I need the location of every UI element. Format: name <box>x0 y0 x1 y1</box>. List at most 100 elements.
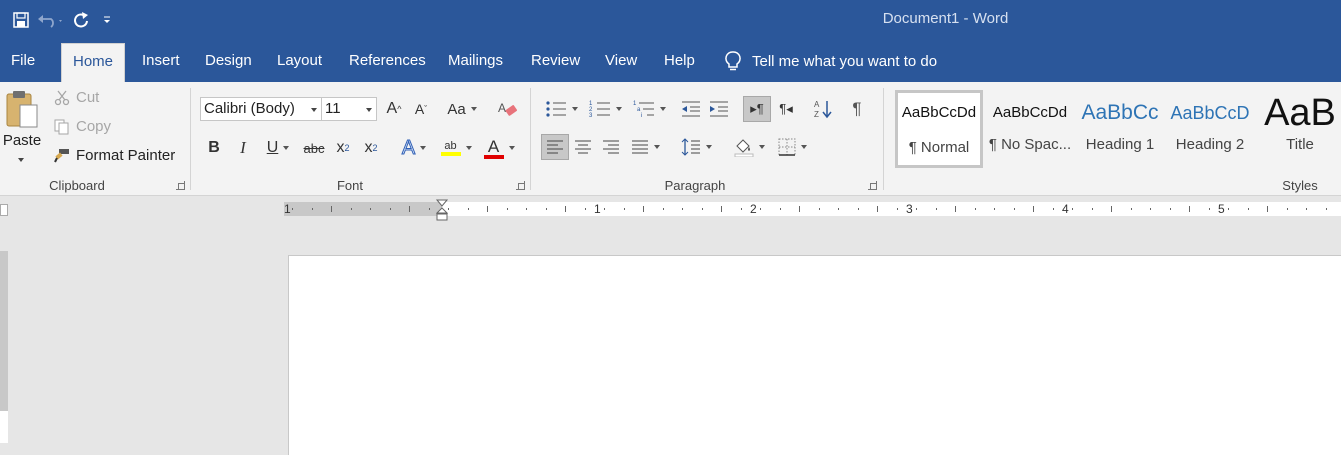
cut-button[interactable]: Cut <box>54 89 99 106</box>
style-sample: AaBbCc <box>1081 101 1159 124</box>
ruler-tick <box>565 206 566 212</box>
multilevel-list-button[interactable]: 1ai <box>630 96 668 122</box>
highlight-color-button[interactable]: ab <box>437 135 475 161</box>
tab-mailings[interactable]: Mailings <box>437 40 514 82</box>
subscript-button[interactable]: x2 <box>332 135 354 161</box>
format-painter-label: Format Painter <box>76 147 176 164</box>
window-title: Document1 - Word <box>882 10 1009 27</box>
grow-font-icon: A <box>386 100 398 117</box>
copy-button[interactable]: Copy <box>54 118 111 135</box>
cut-label: Cut <box>76 89 100 106</box>
ruler-tick <box>604 208 605 210</box>
borders-button[interactable] <box>773 134 811 160</box>
underline-button[interactable]: U <box>260 135 296 161</box>
tell-me-box[interactable]: Tell me what you want to do <box>724 40 937 82</box>
style-heading-1[interactable]: AaBbCc Heading 1 <box>1076 90 1164 168</box>
strikethrough-button[interactable]: abc <box>302 135 326 161</box>
document-page[interactable] <box>288 255 1341 455</box>
paragraph-group-label: Paragraph <box>664 178 726 193</box>
align-right-button[interactable] <box>599 134 623 160</box>
tab-layout[interactable]: Layout <box>266 40 333 82</box>
paragraph-launcher-icon[interactable] <box>868 181 877 190</box>
title-bar: Document1 - Word <box>0 0 1341 40</box>
tab-view[interactable]: View <box>594 40 648 82</box>
ruler-tick <box>721 206 722 212</box>
svg-text:3: 3 <box>589 113 593 118</box>
ruler-tick <box>1306 208 1307 210</box>
ruler-tick <box>545 208 547 210</box>
ruler-number: 4 <box>1062 202 1069 216</box>
tab-references[interactable]: References <box>338 40 437 82</box>
ruler-tick <box>994 208 995 210</box>
rtl-button[interactable]: ¶◂ <box>774 96 798 122</box>
style-name: Heading 2 <box>1175 136 1245 153</box>
tab-help[interactable]: Help <box>653 40 706 82</box>
ruler-number: 1 <box>594 202 601 216</box>
font-size-value: 11 <box>325 100 341 117</box>
bold-button[interactable]: B <box>204 135 224 161</box>
vertical-ruler[interactable] <box>0 251 8 443</box>
style-name: Heading 1 <box>1085 136 1155 153</box>
numbering-button[interactable]: 123 <box>586 96 624 122</box>
align-center-icon <box>575 140 591 154</box>
italic-button[interactable]: I <box>233 135 253 161</box>
group-separator <box>190 88 191 190</box>
decrease-indent-button[interactable] <box>678 96 704 122</box>
tab-home[interactable]: Home <box>61 43 126 82</box>
font-family-select[interactable]: Calibri (Body) <box>200 97 322 121</box>
ruler-tick <box>818 208 820 210</box>
line-spacing-button[interactable] <box>677 134 715 160</box>
change-case-button[interactable]: Aa <box>445 96 479 122</box>
ruler-number: 2 <box>750 202 757 216</box>
format-painter-button[interactable]: Format Painter <box>54 147 175 164</box>
style-no-spacing[interactable]: AaBbCcDd ¶ No Spac... <box>986 90 1074 168</box>
style-title[interactable]: AaB Title <box>1256 90 1341 168</box>
ruler-tick <box>1169 208 1171 210</box>
tab-file[interactable]: File <box>0 40 46 82</box>
align-center-button[interactable] <box>571 134 595 160</box>
style-normal[interactable]: AaBbCcDd ¶ Normal <box>895 90 983 168</box>
shrink-font-button[interactable]: Aˇ <box>410 96 432 122</box>
line-spacing-icon <box>681 138 700 156</box>
text-effects-icon: A <box>401 136 416 159</box>
grow-font-button[interactable]: A ^ <box>383 96 405 122</box>
clear-formatting-button[interactable]: A <box>495 96 519 122</box>
text-effects-button[interactable]: A <box>396 135 432 161</box>
clipboard-launcher-icon[interactable] <box>176 181 185 190</box>
show-formatting-marks-button[interactable]: ¶ <box>846 96 868 122</box>
justify-icon <box>631 140 648 154</box>
font-group-label: Font <box>336 178 363 193</box>
tab-insert[interactable]: Insert <box>131 40 191 82</box>
ruler-tick <box>974 208 976 210</box>
tab-design[interactable]: Design <box>194 40 263 82</box>
style-sample: AaBbCcDd <box>992 104 1068 121</box>
ruler-tick <box>857 208 859 210</box>
ltr-button[interactable]: ▸¶ <box>743 96 771 122</box>
font-launcher-icon[interactable] <box>516 181 525 190</box>
shading-button[interactable] <box>730 134 768 160</box>
tab-selector-icon[interactable] <box>0 204 8 216</box>
tab-review[interactable]: Review <box>520 40 591 82</box>
increase-indent-button[interactable] <box>706 96 732 122</box>
ruler-tick <box>1091 208 1093 210</box>
ruler-tick <box>1325 208 1327 210</box>
style-heading-2[interactable]: AaBbCcD Heading 2 <box>1166 90 1254 168</box>
svg-text:A: A <box>814 100 820 109</box>
style-sample: AaB <box>1264 92 1336 134</box>
font-color-button[interactable]: A <box>480 135 518 161</box>
ribbon-tab-bar: File Home Insert Design Layout Reference… <box>0 40 1341 82</box>
ruler-tick <box>799 206 800 212</box>
paste-button[interactable]: Paste <box>3 90 41 149</box>
bullets-button[interactable] <box>542 96 580 122</box>
highlighter-icon: ab <box>440 140 461 156</box>
ribbon-home: Paste Cut Copy Format Painter Clipboard … <box>0 82 1341 196</box>
horizontal-ruler[interactable]: 1 1 2 3 4 5 <box>284 199 1341 221</box>
justify-button[interactable] <box>627 134 663 160</box>
sort-button[interactable]: AZ <box>810 96 836 122</box>
superscript-button[interactable]: x2 <box>360 135 382 161</box>
ruler-tick <box>1013 208 1015 210</box>
font-size-select[interactable]: 11 <box>321 97 377 121</box>
ruler-tick <box>467 208 469 210</box>
paste-dropdown-icon[interactable] <box>18 158 24 162</box>
align-left-button[interactable] <box>541 134 569 160</box>
